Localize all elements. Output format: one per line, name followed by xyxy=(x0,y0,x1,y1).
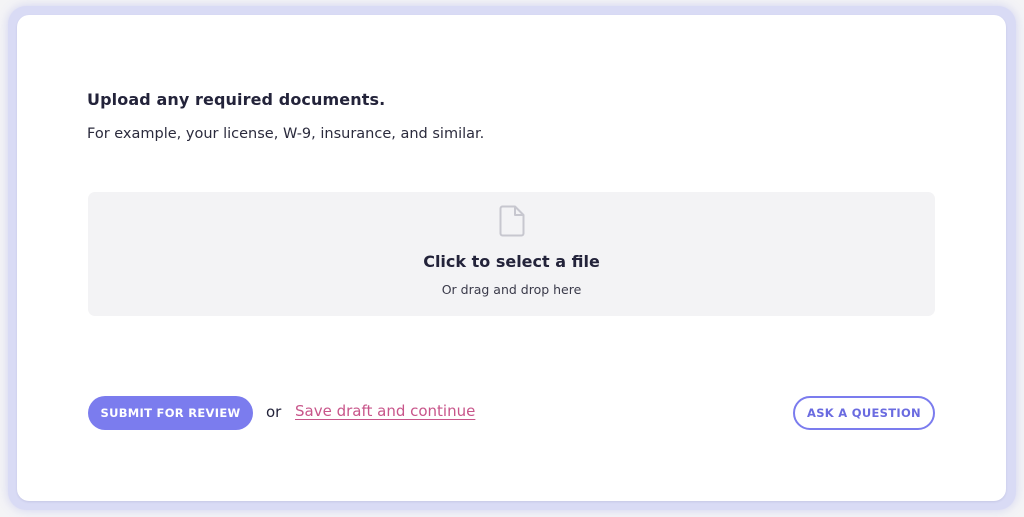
file-dropzone[interactable]: Click to select a file Or drag and drop … xyxy=(88,192,935,316)
ask-question-button[interactable]: ASK A QUESTION xyxy=(793,396,935,430)
section-description: For example, your license, W-9, insuranc… xyxy=(87,126,485,142)
dropzone-title: Click to select a file xyxy=(423,252,600,271)
section-heading: Upload any required documents. xyxy=(87,90,386,109)
dropzone-subtitle: Or drag and drop here xyxy=(441,282,582,297)
save-draft-link[interactable]: Save draft and continue xyxy=(295,402,475,420)
file-icon xyxy=(499,205,525,237)
document-upload-card: Upload any required documents. For examp… xyxy=(17,15,1006,501)
submit-for-review-button[interactable]: SUBMIT FOR REVIEW xyxy=(88,396,253,430)
or-separator: or xyxy=(266,403,282,421)
